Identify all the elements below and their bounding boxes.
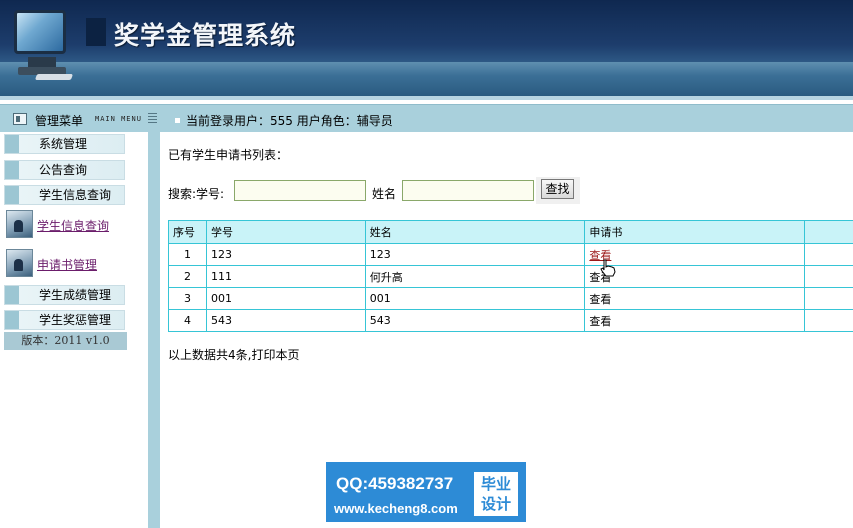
cell-index: 2 — [168, 265, 207, 288]
cell-index: 3 — [168, 287, 207, 310]
list-title: 已有学生申请书列表： — [168, 148, 289, 162]
cell-action: 查看 — [584, 287, 806, 310]
sidebar: 系统管理 公告查询 学生信息查询 学生信息查询 申请书管理 学生成绩管理 学生奖… — [0, 132, 148, 528]
watermark-badge-line1: 毕业 — [480, 475, 511, 493]
table-row: 1 123 123 查看 — [168, 243, 853, 266]
app-header: 奖学金管理系统 — [0, 0, 853, 100]
header-band — [0, 62, 853, 96]
sidebar-item-grade-management[interactable]: 学生成绩管理 — [4, 285, 125, 305]
top-bar: 管理菜单 MAIN MENU 当前登录用户：555 用户角色：辅导员 — [0, 104, 853, 132]
col-header-empty — [804, 220, 853, 244]
cell-name: 123 — [364, 243, 586, 266]
sidebar-item-announcement-query[interactable]: 公告查询 — [4, 160, 125, 180]
col-header-student-id: 学号 — [205, 220, 366, 244]
watermark-badge-line2: 设计 — [480, 495, 511, 513]
summary-text: 以上数据共4条,打印本页 — [168, 348, 300, 362]
menu-english-label: MAIN MENU — [95, 115, 142, 123]
sidebar-link-student-info-label[interactable]: 学生信息查询 — [37, 217, 109, 234]
cell-empty — [804, 287, 853, 310]
cell-action: 查看 — [584, 309, 806, 332]
table-header-row: 序号 学号 姓名 申请书 — [168, 220, 853, 244]
sidebar-link-application-management[interactable]: 申请书管理 — [4, 249, 144, 281]
search-button[interactable]: 查找 — [541, 179, 574, 199]
cell-student-id: 543 — [205, 309, 366, 332]
sidebar-item-system-management[interactable]: 系统管理 — [4, 134, 125, 154]
current-user-info: 当前登录用户：555 用户角色：辅导员 — [175, 112, 393, 129]
search-name-label: 姓名 — [372, 187, 397, 201]
watermark-badge: 毕业 设计 — [474, 472, 518, 516]
sidebar-item-student-info-query[interactable]: 学生信息查询 — [4, 185, 125, 205]
cell-index: 4 — [168, 309, 207, 332]
student-id-input[interactable] — [234, 180, 366, 201]
cell-empty — [804, 243, 853, 266]
menu-window-icon — [13, 113, 27, 125]
application-icon — [6, 249, 33, 277]
view-link[interactable]: 查看 — [589, 315, 611, 328]
cell-empty — [804, 309, 853, 332]
watermark-qq: QQ:459382737 — [336, 474, 454, 493]
computer-monitor-icon — [10, 2, 74, 84]
menu-label: 管理菜单 — [35, 114, 84, 128]
app-title: 奖学金管理系统 — [114, 21, 297, 50]
sidebar-divider — [148, 132, 160, 528]
cell-student-id: 111 — [205, 265, 366, 288]
sidebar-link-student-info[interactable]: 学生信息查询 — [4, 210, 144, 242]
cell-student-id: 123 — [205, 243, 366, 266]
table-row: 4 543 543 查看 — [168, 309, 853, 332]
col-header-application: 申请书 — [584, 220, 806, 244]
user-info-text: 当前登录用户：555 用户角色：辅导员 — [186, 114, 393, 128]
cell-student-id: 001 — [205, 287, 366, 310]
watermark-url: www.kecheng8.com — [334, 501, 458, 516]
menu-toggle-icon[interactable] — [148, 113, 157, 123]
cell-empty — [804, 265, 853, 288]
table-row: 3 001 001 查看 — [168, 287, 853, 310]
col-header-name: 姓名 — [364, 220, 586, 244]
application-table: 序号 学号 姓名 申请书 1 123 123 查看 2 111 何升高 查看 3… — [168, 220, 853, 332]
sidebar-item-reward-punishment[interactable]: 学生奖惩管理 — [4, 310, 125, 330]
view-link[interactable]: 查看 — [589, 293, 611, 306]
cell-index: 1 — [168, 243, 207, 266]
cell-name: 543 — [364, 309, 586, 332]
watermark-banner: QQ:459382737 www.kecheng8.com 毕业 设计 — [326, 462, 526, 522]
student-icon — [6, 210, 33, 238]
cell-name: 001 — [364, 287, 586, 310]
sidebar-link-application-label[interactable]: 申请书管理 — [37, 256, 97, 273]
student-name-input[interactable] — [402, 180, 534, 201]
table-row: 2 111 何升高 查看 — [168, 265, 853, 288]
hand-cursor-icon — [600, 259, 616, 277]
version-label: 版本：2011 v1.0 — [4, 332, 127, 350]
menu-title: 管理菜单 MAIN MENU — [0, 105, 160, 133]
cell-name: 何升高 — [364, 265, 586, 288]
search-id-label: 搜索:学号: — [168, 187, 225, 201]
bullet-icon — [175, 118, 180, 123]
title-marker — [86, 18, 106, 46]
header-divider — [0, 96, 853, 100]
col-header-index: 序号 — [168, 220, 207, 244]
